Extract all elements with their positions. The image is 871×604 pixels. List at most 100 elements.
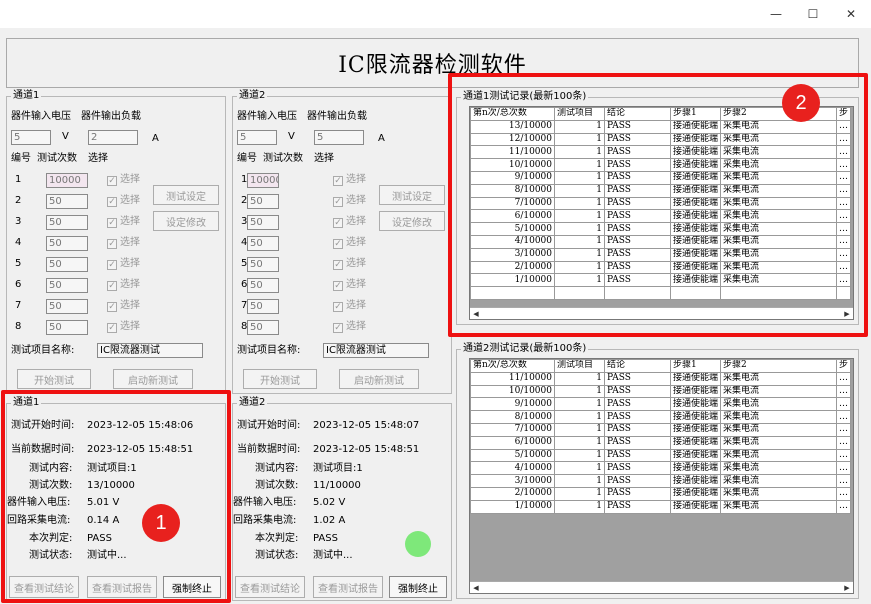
- select-checkbox[interactable]: ✓ 选择: [107, 237, 140, 249]
- records-table[interactable]: 第n次/总次数 测试项目 结论 步骤1 步骤2 步 11/10000 1 PASS 接通使能端 采集…: [469, 358, 854, 594]
- select-checkbox[interactable]: ✓ 选择: [107, 258, 140, 270]
- test-count-input[interactable]: 50: [247, 236, 279, 251]
- voltage-input[interactable]: 5: [11, 130, 51, 145]
- table-row[interactable]: 3/10000 1 PASS 接通使能端 采集电流…: [470, 474, 852, 488]
- table-row[interactable]: 2/10000 1 PASS 接通使能端 采集电流…: [470, 486, 852, 501]
- table-cell: …: [836, 474, 852, 488]
- select-checkbox[interactable]: ✓ 选择: [333, 195, 366, 207]
- test-setting-button[interactable]: 测试设定: [379, 185, 445, 205]
- table-cell: PASS: [604, 410, 671, 424]
- select-checkbox[interactable]: ✓ 选择: [107, 321, 140, 333]
- table-row[interactable]: 6/10000 1 PASS 接通使能端 采集电流…: [470, 435, 852, 450]
- setting-modify-button[interactable]: 设定修改: [153, 211, 219, 231]
- force-stop-button[interactable]: 强制终止: [389, 576, 447, 598]
- select-checkbox[interactable]: ✓ 选择: [107, 300, 140, 312]
- column-header[interactable]: 测试项目: [554, 359, 605, 373]
- group-title: 通道1: [11, 90, 42, 102]
- horizontal-scrollbar[interactable]: ◀ ▶: [470, 581, 853, 593]
- select-checkbox[interactable]: ✓ 选择: [107, 195, 140, 207]
- start-test-button[interactable]: 开始测试: [243, 369, 317, 389]
- new-test-button[interactable]: 启动新测试: [339, 369, 419, 389]
- test-count-input[interactable]: 50: [247, 299, 279, 314]
- table-row[interactable]: 4/10000 1 PASS 接通使能端 采集电流…: [470, 461, 852, 476]
- voltage-label: 器件输入电压:: [233, 497, 297, 508]
- table-cell: 接通使能端: [669, 397, 722, 412]
- select-checkbox[interactable]: ✓ 选择: [333, 321, 366, 333]
- test-count-input[interactable]: 50: [247, 215, 279, 230]
- column-header[interactable]: 第n次/总次数: [470, 359, 555, 373]
- content-value: 测试项目:1: [313, 463, 363, 474]
- table-row[interactable]: 1/10000 1 PASS 接通使能端 采集电流…: [470, 499, 852, 514]
- test-count-input[interactable]: 50: [247, 257, 279, 272]
- row-number: 8: [15, 321, 22, 332]
- test-count-input[interactable]: 10000: [247, 173, 279, 188]
- select-checkbox[interactable]: ✓ 选择: [107, 174, 140, 186]
- checkbox-label: 选择: [120, 195, 140, 206]
- view-result-button[interactable]: 查看测试结论: [235, 576, 305, 598]
- column-header[interactable]: 步: [836, 359, 852, 373]
- column-header[interactable]: 步骤1: [669, 359, 722, 373]
- select-checkbox[interactable]: ✓ 选择: [333, 216, 366, 228]
- checkmark-icon: ✓: [107, 281, 117, 291]
- channel-2-records-group: 通道2测试记录(最新100条) 第n次/总次数 测试项目 结论 步骤1 步骤2 步 11/10…: [456, 343, 859, 599]
- test-count-input[interactable]: 50: [247, 278, 279, 293]
- checkbox-label: 选择: [346, 258, 366, 269]
- test-count-input[interactable]: 50: [46, 299, 88, 314]
- checkbox-label: 选择: [120, 321, 140, 332]
- select-checkbox[interactable]: ✓ 选择: [333, 279, 366, 291]
- channel-2-config-group: 通道2 器件输入电压 器件输出负载 5 V 5 A 编号 测试次数 选择 1 10000 ✓ 选择 2 50 ✓…: [232, 90, 452, 394]
- test-count-input[interactable]: 50: [46, 236, 88, 251]
- checkbox-label: 选择: [120, 258, 140, 269]
- test-count-input[interactable]: 50: [46, 320, 88, 335]
- checkbox-label: 选择: [346, 174, 366, 185]
- table-cell: PASS: [604, 499, 671, 514]
- select-checkbox[interactable]: ✓ 选择: [333, 237, 366, 249]
- select-checkbox[interactable]: ✓ 选择: [107, 216, 140, 228]
- project-name-input[interactable]: IC限流器测试: [323, 343, 429, 358]
- start-test-button[interactable]: 开始测试: [17, 369, 91, 389]
- table-row[interactable]: 9/10000 1 PASS 接通使能端 采集电流…: [470, 397, 852, 412]
- select-checkbox[interactable]: ✓ 选择: [333, 258, 366, 270]
- col-select-label: 选择: [88, 153, 108, 164]
- view-report-button[interactable]: 查看测试报告: [313, 576, 383, 598]
- close-icon[interactable]: ✕: [831, 0, 871, 28]
- load-input[interactable]: 5: [314, 130, 364, 145]
- table-row[interactable]: 7/10000 1 PASS 接通使能端 采集电流…: [470, 422, 852, 437]
- select-checkbox[interactable]: ✓ 选择: [333, 300, 366, 312]
- test-setting-button[interactable]: 测试设定: [153, 185, 219, 205]
- table-row[interactable]: 8/10000 1 PASS 接通使能端 采集电流…: [470, 410, 852, 424]
- table-row[interactable]: 11/10000 1 PASS 接通使能端 采集电流…: [470, 371, 852, 386]
- column-header[interactable]: 结论: [604, 359, 671, 373]
- select-checkbox[interactable]: ✓ 选择: [107, 279, 140, 291]
- minimize-icon[interactable]: —: [756, 0, 796, 28]
- new-test-button[interactable]: 启动新测试: [113, 369, 193, 389]
- test-count-input[interactable]: 50: [46, 194, 88, 209]
- maximize-icon[interactable]: ☐: [793, 0, 833, 28]
- arrow-right-icon[interactable]: ▶: [841, 582, 853, 593]
- annotation-badge-1: 1: [142, 504, 180, 542]
- table-cell: …: [836, 371, 852, 386]
- test-count-input[interactable]: 50: [46, 257, 88, 272]
- table-row[interactable]: 5/10000 1 PASS 接通使能端 采集电流…: [470, 448, 852, 463]
- table-cell: 接通使能端: [669, 422, 722, 437]
- table-cell: …: [836, 486, 852, 501]
- test-count-input[interactable]: 50: [46, 215, 88, 230]
- test-count-input[interactable]: 50: [46, 278, 88, 293]
- count-label: 测试次数:: [255, 480, 299, 491]
- load-input[interactable]: 2: [88, 130, 138, 145]
- table-cell: 10/10000: [470, 384, 555, 399]
- arrow-left-icon[interactable]: ◀: [470, 582, 482, 593]
- select-checkbox[interactable]: ✓ 选择: [333, 174, 366, 186]
- count-value: 11/10000: [313, 480, 361, 491]
- table-cell: PASS: [604, 384, 671, 399]
- voltage-input[interactable]: 5: [237, 130, 277, 145]
- test-count-input[interactable]: 50: [247, 320, 279, 335]
- setting-modify-button[interactable]: 设定修改: [379, 211, 445, 231]
- test-count-input[interactable]: 10000: [46, 173, 88, 188]
- project-name-input[interactable]: IC限流器测试: [97, 343, 203, 358]
- table-cell: PASS: [604, 461, 671, 476]
- row-number: 4: [15, 237, 22, 248]
- test-count-input[interactable]: 50: [247, 194, 279, 209]
- table-row[interactable]: 10/10000 1 PASS 接通使能端 采集电流…: [470, 384, 852, 399]
- column-header[interactable]: 步骤2: [720, 359, 838, 373]
